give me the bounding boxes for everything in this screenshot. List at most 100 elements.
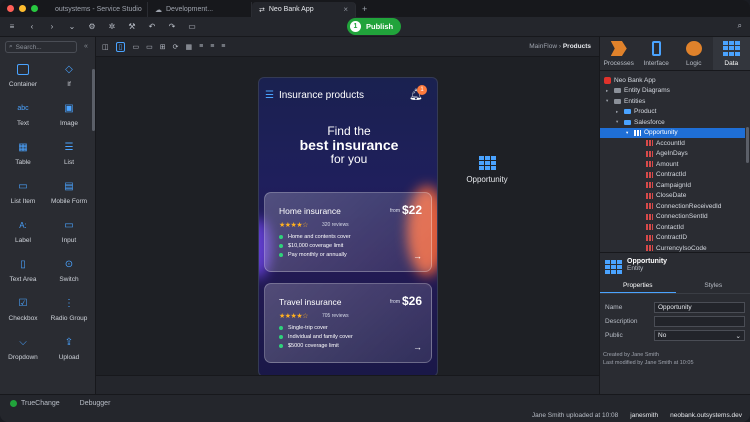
tree-item-salesforce[interactable]: ▾ Salesforce bbox=[600, 117, 745, 128]
tree-item-attribute[interactable]: AgeInDays bbox=[600, 149, 745, 160]
comment-icon[interactable]: ▭ bbox=[186, 22, 198, 31]
tree-item-attribute[interactable]: ContactId bbox=[600, 222, 745, 233]
tab-neo-bank-app[interactable]: ⇄ Neo Bank App × bbox=[252, 2, 356, 17]
widget-mobile-form[interactable]: ▤ Mobile Form bbox=[46, 180, 92, 211]
data-tree: Neo Bank App ▸ Entity Diagrams ▾ Entities … bbox=[600, 75, 745, 254]
arrow-right-icon[interactable]: → bbox=[413, 251, 422, 261]
widget-text[interactable]: abc Text bbox=[0, 102, 46, 133]
tree-item-attribute[interactable]: ConnectionReceivedId bbox=[600, 201, 745, 212]
widget-image[interactable]: ▣ Image bbox=[46, 102, 92, 133]
tab-interface[interactable]: Interface bbox=[638, 37, 676, 70]
canvas-horizontal-scrollbar[interactable] bbox=[96, 375, 599, 394]
tree-item-attribute[interactable]: Amount bbox=[600, 159, 745, 170]
tab-processes[interactable]: Processes bbox=[600, 37, 638, 70]
undo-icon[interactable]: ↶ bbox=[146, 22, 158, 31]
widget-list-item[interactable]: ▭ List Item bbox=[0, 180, 46, 211]
widget-text-area[interactable]: ▯ Text Area bbox=[0, 258, 46, 289]
toggle-panel-icon[interactable]: ◫ bbox=[102, 43, 109, 51]
collapse-icon[interactable]: ▾ bbox=[616, 119, 621, 125]
forward-icon[interactable]: › bbox=[46, 22, 58, 31]
notification-badge: 1 bbox=[417, 85, 427, 95]
debug-icon[interactable]: ✲ bbox=[106, 22, 118, 31]
insurance-card-home[interactable]: Home insurance from $22 ★★★★☆ 320 review… bbox=[264, 192, 432, 272]
toolbox-scrollbar[interactable] bbox=[92, 69, 95, 131]
publish-button[interactable]: 1 Publish bbox=[347, 18, 401, 35]
bottom-tabs: TrueChange Debugger bbox=[0, 395, 120, 409]
widget-list[interactable]: ☰ List bbox=[46, 141, 92, 172]
align-right-icon[interactable]: ≡ bbox=[221, 43, 225, 50]
table-icon: ▦ bbox=[18, 141, 28, 153]
public-select[interactable]: No ⌄ bbox=[654, 330, 745, 341]
tab-service-studio[interactable]: outsystems - Service Studio bbox=[44, 2, 148, 17]
global-search-icon[interactable]: ⌕ bbox=[738, 21, 742, 31]
collapse-panel-icon[interactable]: « bbox=[84, 43, 88, 50]
menu-icon[interactable]: ≡ bbox=[6, 22, 18, 31]
arrow-right-icon[interactable]: → bbox=[413, 342, 422, 352]
tablet-preview-icon[interactable]: ▭ bbox=[132, 43, 139, 51]
widget-upload[interactable]: ⇪ Upload bbox=[46, 336, 92, 367]
current-user[interactable]: janesmith bbox=[630, 412, 658, 419]
panel-divider[interactable] bbox=[600, 252, 750, 253]
maximize-window-button[interactable] bbox=[31, 5, 38, 12]
interface-icon bbox=[651, 41, 661, 56]
collapse-icon[interactable]: ▾ bbox=[626, 130, 631, 136]
widget-search-input[interactable]: ⌕ Search... bbox=[5, 41, 77, 53]
tree-item-attribute[interactable]: CloseDate bbox=[600, 191, 745, 202]
tree-item-attribute[interactable]: CampaignId bbox=[600, 180, 745, 191]
widget-label[interactable]: A: Label bbox=[0, 219, 46, 250]
tree-item-opportunity[interactable]: ▾ Opportunity bbox=[600, 127, 745, 138]
close-tab-icon[interactable]: × bbox=[343, 5, 348, 14]
server-name[interactable]: neobank.outsystems.dev bbox=[670, 412, 742, 419]
close-window-button[interactable] bbox=[7, 5, 14, 12]
tree-item-attribute[interactable]: ContractId bbox=[600, 170, 745, 181]
tab-data[interactable]: Data bbox=[712, 37, 750, 70]
back-icon[interactable]: ‹ bbox=[26, 22, 38, 31]
expand-icon[interactable]: ▸ bbox=[616, 109, 621, 115]
minimize-window-button[interactable] bbox=[19, 5, 26, 12]
layout-icon[interactable]: ▦ bbox=[185, 43, 192, 51]
settings-icon[interactable]: ⚙ bbox=[86, 22, 98, 31]
collapse-icon[interactable]: ▾ bbox=[606, 98, 611, 104]
phone-preview-icon[interactable]: ▯ bbox=[115, 41, 126, 52]
align-left-icon[interactable]: ≡ bbox=[199, 43, 203, 50]
tree-scrollbar[interactable] bbox=[746, 127, 749, 163]
tab-styles[interactable]: Styles bbox=[676, 282, 750, 293]
insurance-card-travel[interactable]: Travel insurance from $26 ★★★★☆ 705 revi… bbox=[264, 283, 432, 363]
expand-icon[interactable]: ▸ bbox=[606, 88, 611, 94]
menu-lines-icon[interactable]: ☰ bbox=[265, 90, 274, 101]
redo-icon[interactable]: ↷ bbox=[166, 22, 178, 31]
tab-debugger[interactable]: Debugger bbox=[70, 395, 121, 409]
name-field[interactable]: Opportunity bbox=[654, 302, 745, 313]
tab-logic[interactable]: Logic bbox=[675, 37, 713, 70]
new-tab-button[interactable]: + bbox=[356, 4, 373, 17]
created-by: Created by Jane Smith bbox=[603, 352, 659, 358]
tree-item-attribute[interactable]: ContractID bbox=[600, 233, 745, 244]
tree-item-entity-diagrams[interactable]: ▸ Entity Diagrams bbox=[600, 86, 745, 97]
tree-item-product[interactable]: ▸ Product bbox=[600, 107, 745, 118]
phone-preview[interactable]: ☰ Insurance products 🔔︎ 1 Find the best … bbox=[258, 77, 438, 377]
widget-container[interactable]: Container bbox=[0, 63, 46, 94]
desktop-preview-icon[interactable]: ▭ bbox=[146, 43, 153, 51]
widget-radio-group[interactable]: ⋮ Radio Group bbox=[46, 297, 92, 328]
widget-dropdown[interactable]: ⌵ Dropdown bbox=[0, 336, 46, 367]
tree-item-attribute[interactable]: ConnectionSentId bbox=[600, 212, 745, 223]
widget-input[interactable]: ▭ Input bbox=[46, 219, 92, 250]
widget-switch[interactable]: ⊙ Switch bbox=[46, 258, 92, 289]
align-center-icon[interactable]: ≡ bbox=[210, 43, 214, 50]
tab-properties[interactable]: Properties bbox=[600, 282, 676, 293]
widget-if[interactable]: ◇ If bbox=[46, 63, 92, 94]
tab-development[interactable]: ☁ Development... bbox=[148, 2, 252, 17]
tools-icon[interactable]: ⚒ bbox=[126, 22, 138, 31]
widget-checkbox[interactable]: ☑ Checkbox bbox=[0, 297, 46, 328]
more-chevron-icon[interactable]: ⌄ bbox=[66, 22, 78, 31]
widget-table[interactable]: ▦ Table bbox=[0, 141, 46, 172]
breadcrumb-parent[interactable]: MainFlow bbox=[529, 43, 557, 50]
opportunity-entity-dropped[interactable]: Opportunity bbox=[462, 153, 512, 184]
tab-truechange[interactable]: TrueChange bbox=[0, 395, 70, 409]
tree-item-entities[interactable]: ▾ Entities bbox=[600, 96, 745, 107]
description-field[interactable] bbox=[654, 316, 745, 327]
tree-item-app[interactable]: Neo Bank App bbox=[600, 75, 745, 86]
refresh-icon[interactable]: ⟳ bbox=[173, 43, 179, 51]
tree-item-attribute[interactable]: AccountId bbox=[600, 138, 745, 149]
widget-tree-icon[interactable]: ⊞ bbox=[160, 43, 166, 51]
